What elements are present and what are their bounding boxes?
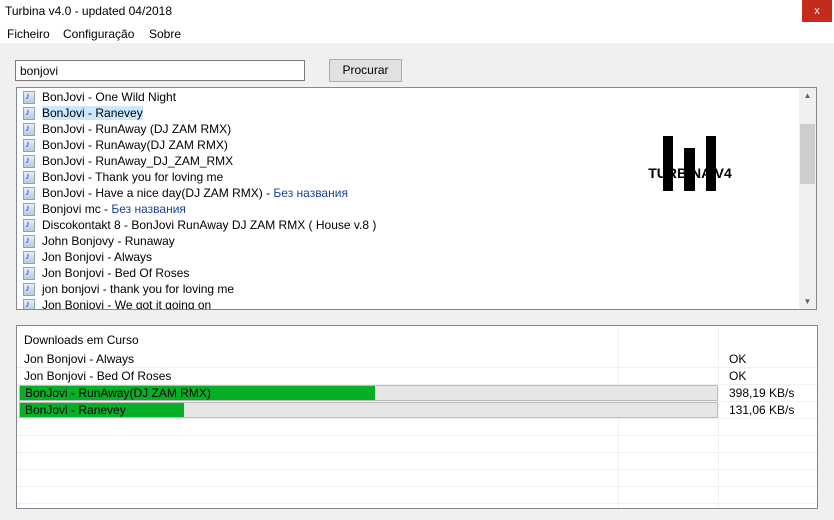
result-title: BonJovi - Thank you for loving me bbox=[42, 170, 224, 184]
menu-configuracao[interactable]: Configuração bbox=[63, 27, 134, 41]
menu-sobre[interactable]: Sobre bbox=[149, 27, 181, 41]
result-title: BonJovi - One Wild Night bbox=[42, 90, 177, 104]
audio-file-icon bbox=[23, 265, 35, 281]
download-row bbox=[17, 419, 817, 436]
scroll-thumb[interactable] bbox=[800, 124, 815, 184]
downloads-list[interactable]: Downloads em Curso Jon Bonjovi - Always O… bbox=[16, 325, 818, 509]
result-title: Jon Bonjovi - We got it going on bbox=[42, 298, 212, 310]
result-item[interactable]: BonJovi - RunAway_DJ_ZAM_RMX bbox=[23, 153, 233, 169]
result-item[interactable]: BonJovi - Thank you for loving me bbox=[23, 169, 223, 185]
result-item[interactable]: Jon Bonjovi - Always bbox=[23, 249, 152, 265]
result-title: Jon Bonjovi - Always bbox=[42, 250, 153, 264]
result-title: BonJovi - Ranevey bbox=[42, 106, 143, 120]
download-status: 131,06 KB/s bbox=[729, 403, 795, 417]
download-row bbox=[17, 453, 817, 470]
search-input[interactable] bbox=[15, 60, 305, 81]
result-title: BonJovi - RunAway_DJ_ZAM_RMX bbox=[42, 154, 234, 168]
download-status: OK bbox=[729, 352, 747, 366]
download-row[interactable]: BonJovi - RunAway(DJ ZAM RMX) 398,19 KB/s bbox=[17, 385, 817, 402]
audio-file-icon bbox=[23, 153, 35, 169]
audio-file-icon bbox=[23, 217, 35, 233]
result-item[interactable]: Jon Bonjovi - Bed Of Roses bbox=[23, 265, 189, 281]
download-name: BonJovi - Ranevey bbox=[25, 403, 126, 417]
audio-file-icon bbox=[23, 169, 35, 185]
audio-file-icon bbox=[23, 201, 35, 217]
result-item[interactable]: BonJovi - Ranevey bbox=[23, 105, 143, 121]
logo-text: TURBINA V4 bbox=[648, 165, 732, 181]
audio-file-icon bbox=[23, 105, 35, 121]
result-item[interactable]: jon bonjovi - thank you for loving me bbox=[23, 281, 234, 297]
result-item[interactable]: BonJovi - Have a nice day(DJ ZAM RMX) - … bbox=[23, 185, 348, 201]
audio-file-icon bbox=[23, 137, 35, 153]
audio-file-icon bbox=[23, 185, 35, 201]
result-item[interactable]: BonJovi - One Wild Night bbox=[23, 89, 176, 105]
download-name: Jon Bonjovi - Bed Of Roses bbox=[24, 369, 172, 383]
download-status: OK bbox=[729, 369, 747, 383]
download-row[interactable]: Jon Bonjovi - Always OK bbox=[17, 351, 817, 368]
downloads-header: Downloads em Curso bbox=[24, 333, 139, 347]
result-suffix: Без названия bbox=[273, 186, 348, 200]
download-row bbox=[17, 504, 817, 508]
result-title: Bonjovi mc - bbox=[42, 202, 112, 216]
audio-file-icon bbox=[23, 297, 35, 309]
result-item[interactable]: Jon Bonjovi - We got it going on bbox=[23, 297, 212, 310]
menu-bar: Ficheiro Configuração Sobre bbox=[0, 24, 834, 43]
menu-ficheiro[interactable]: Ficheiro bbox=[7, 27, 50, 41]
result-title: jon bonjovi - thank you for loving me bbox=[42, 282, 235, 296]
title-bar: Turbina v4.0 - updated 04/2018 x bbox=[0, 0, 834, 24]
download-row bbox=[17, 487, 817, 504]
result-title: John Bonjovy - Runaway bbox=[42, 234, 175, 248]
download-status: 398,19 KB/s bbox=[729, 386, 795, 400]
download-name: BonJovi - RunAway(DJ ZAM RMX) bbox=[25, 386, 211, 400]
result-item[interactable]: BonJovi - RunAway (DJ ZAM RMX) bbox=[23, 121, 231, 137]
download-row bbox=[17, 470, 817, 487]
scroll-up-icon[interactable]: ▲ bbox=[799, 91, 816, 100]
result-title: BonJovi - Have a nice day(DJ ZAM RMX) - bbox=[42, 186, 274, 200]
result-suffix: Без названия bbox=[111, 202, 186, 216]
download-row[interactable]: Jon Bonjovi - Bed Of Roses OK bbox=[17, 368, 817, 385]
result-title: Jon Bonjovi - Bed Of Roses bbox=[42, 266, 190, 280]
progress-bar: BonJovi - Ranevey bbox=[19, 402, 718, 418]
result-item[interactable]: BonJovi - RunAway(DJ ZAM RMX) bbox=[23, 137, 228, 153]
audio-file-icon bbox=[23, 233, 35, 249]
audio-file-icon bbox=[23, 121, 35, 137]
download-row[interactable]: BonJovi - Ranevey 131,06 KB/s bbox=[17, 402, 817, 419]
result-title: BonJovi - RunAway (DJ ZAM RMX) bbox=[42, 122, 232, 136]
result-title: BonJovi - RunAway(DJ ZAM RMX) bbox=[42, 138, 228, 152]
download-row bbox=[17, 436, 817, 453]
audio-file-icon bbox=[23, 281, 35, 297]
result-item[interactable]: Discokontakt 8 - BonJovi RunAway DJ ZAM … bbox=[23, 217, 376, 233]
result-title: Discokontakt 8 - BonJovi RunAway DJ ZAM … bbox=[42, 218, 377, 232]
turbina-logo: TURBINA V4 bbox=[630, 48, 750, 191]
result-item[interactable]: John Bonjovy - Runaway bbox=[23, 233, 175, 249]
window-title: Turbina v4.0 - updated 04/2018 bbox=[5, 4, 173, 18]
audio-file-icon bbox=[23, 249, 35, 265]
result-item[interactable]: Bonjovi mc - Без названия bbox=[23, 201, 186, 217]
close-button[interactable]: x bbox=[802, 0, 832, 22]
download-name: Jon Bonjovi - Always bbox=[24, 352, 135, 366]
audio-file-icon bbox=[23, 89, 35, 105]
scroll-down-icon[interactable]: ▼ bbox=[799, 297, 816, 306]
search-button[interactable]: Procurar bbox=[329, 59, 402, 82]
progress-bar: BonJovi - RunAway(DJ ZAM RMX) bbox=[19, 385, 718, 401]
scrollbar[interactable]: ▲ ▼ bbox=[799, 88, 816, 309]
